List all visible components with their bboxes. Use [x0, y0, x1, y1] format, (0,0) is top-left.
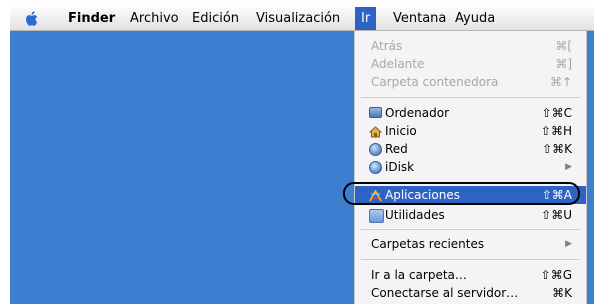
- menu-item-label: Red: [385, 142, 408, 156]
- menu-item-label: Ir a la carpeta…: [371, 268, 467, 282]
- menu-item-carpeta-contenedora[interactable]: Carpeta contenedora ⌘↑: [355, 73, 586, 91]
- home-icon: [368, 125, 383, 138]
- menu-item-inicio[interactable]: Inicio ⇧⌘H: [355, 122, 586, 140]
- menu-item-atras[interactable]: Atrás ⌘[: [355, 37, 586, 55]
- menu-item-label: Carpeta contenedora: [371, 75, 499, 89]
- submenu-arrow-icon: ▶: [565, 239, 572, 249]
- menu-separator: [361, 229, 580, 230]
- menu-item-ordenador[interactable]: Ordenador ⇧⌘C: [355, 104, 586, 122]
- menu-item-label: Conectarse al servidor…: [371, 286, 519, 300]
- computer-icon: [369, 107, 382, 118]
- menu-ayuda[interactable]: Ayuda: [455, 7, 495, 30]
- menu-separator: [361, 97, 580, 98]
- menu-item-label: Atrás: [371, 39, 403, 53]
- menu-item-label: Utilidades: [385, 208, 445, 222]
- folder-icon: [369, 209, 384, 223]
- menu-item-shortcut: ⇧⌘H: [540, 124, 572, 138]
- menu-item-shortcut: ⇧⌘C: [541, 106, 572, 120]
- idisk-icon: [369, 161, 382, 174]
- menu-item-shortcut: ⇧⌘U: [541, 208, 572, 222]
- menu-separator: [361, 259, 580, 260]
- menu-bar: Finder Archivo Edición Visualización Ir …: [10, 7, 594, 31]
- menu-item-conectarse-al-servidor[interactable]: Conectarse al servidor… ⌘K: [355, 284, 586, 302]
- menu-item-label: Adelante: [371, 57, 425, 71]
- menu-item-utilidades[interactable]: Utilidades ⇧⌘U: [355, 206, 586, 224]
- menu-item-label: iDisk: [385, 160, 415, 174]
- menu-item-shortcut: ⇧⌘K: [542, 142, 572, 156]
- menu-item-shortcut: ⇧⌘G: [540, 268, 572, 282]
- menu-item-label: Ordenador: [385, 106, 450, 120]
- menu-finder[interactable]: Finder: [68, 7, 115, 30]
- menu-item-ir-a-la-carpeta[interactable]: Ir a la carpeta… ⇧⌘G: [355, 266, 586, 284]
- menu-archivo[interactable]: Archivo: [130, 7, 179, 30]
- submenu-arrow-icon: ▶: [565, 162, 572, 172]
- network-icon: [369, 143, 382, 156]
- menu-ventana[interactable]: Ventana: [393, 7, 446, 30]
- menu-item-shortcut: ⌘[: [555, 39, 572, 53]
- menu-item-adelante[interactable]: Adelante ⌘]: [355, 55, 586, 73]
- selection-highlight-ring: [343, 182, 580, 205]
- ir-dropdown-menu: Atrás ⌘[ Adelante ⌘] Carpeta contenedora…: [354, 31, 587, 304]
- menu-item-red[interactable]: Red ⇧⌘K: [355, 140, 586, 158]
- menu-item-shortcut: ⌘K: [552, 286, 572, 300]
- apple-menu-icon[interactable]: [24, 7, 46, 30]
- menu-item-label: Carpetas recientes: [371, 237, 485, 251]
- menu-item-idisk[interactable]: iDisk ▶: [355, 158, 586, 176]
- menu-item-shortcut: ⌘↑: [549, 75, 572, 89]
- menu-edicion[interactable]: Edición: [192, 7, 239, 30]
- menu-ir[interactable]: Ir: [355, 7, 377, 30]
- menu-item-carpetas-recientes[interactable]: Carpetas recientes ▶: [355, 235, 586, 253]
- menu-visualizacion[interactable]: Visualización: [256, 7, 340, 30]
- menu-item-label: Inicio: [385, 124, 417, 138]
- menu-item-shortcut: ⌘]: [555, 57, 572, 71]
